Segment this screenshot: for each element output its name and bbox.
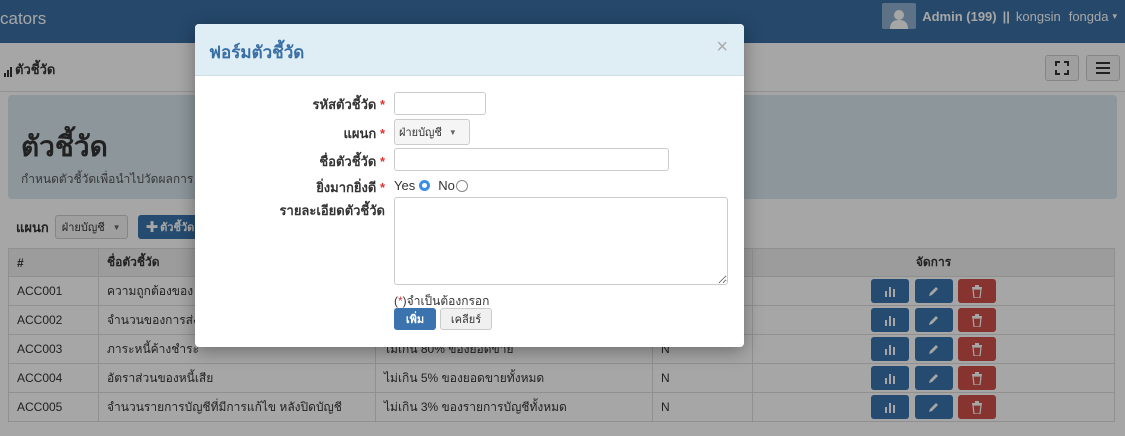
yes-radio[interactable] — [419, 180, 431, 191]
department-select[interactable]: ฝ่ายบัญชี ▼ — [394, 119, 470, 145]
required-mark: * — [379, 97, 385, 112]
yes-label: Yes — [394, 178, 416, 193]
note-text: )จำเป็นต้องกรอก — [402, 294, 490, 308]
required-mark: * — [379, 126, 385, 141]
department-select-value: ฝ่ายบัญชี — [399, 127, 442, 139]
higher-better-label-text: ยิ่งมากยิ่งดี — [316, 180, 377, 195]
no-label: No — [438, 178, 455, 193]
code-input[interactable] — [394, 92, 486, 115]
detail-textarea[interactable] — [394, 197, 728, 285]
code-label: รหัสตัวชี้วัด * — [313, 94, 385, 115]
higher-better-label: ยิ่งมากยิ่งดี * — [316, 177, 385, 198]
name-label: ชื่อตัวชี้วัด * — [319, 151, 385, 172]
modal-header: ฟอร์มตัวชี้วัด × — [195, 24, 744, 76]
indicator-form-modal: ฟอร์มตัวชี้วัด × รหัสตัวชี้วัด * แผนก * … — [195, 24, 744, 347]
higher-better-radio-group: Yes No — [394, 178, 468, 193]
detail-label: รายละเอียดตัวชี้วัด — [280, 200, 385, 221]
required-mark: * — [379, 180, 385, 195]
code-label-text: รหัสตัวชี้วัด — [312, 97, 377, 112]
required-mark: * — [379, 154, 385, 169]
close-icon[interactable]: × — [716, 36, 728, 59]
no-radio[interactable] — [455, 179, 468, 192]
detail-label-text: รายละเอียดตัวชี้วัด — [279, 203, 385, 218]
name-label-text: ชื่อตัวชี้วัด — [319, 154, 377, 169]
name-input[interactable] — [394, 148, 669, 171]
department-label-text: แผนก — [343, 126, 377, 141]
modal-title: ฟอร์มตัวชี้วัด — [209, 43, 305, 62]
clear-button[interactable]: เคลียร์ — [440, 308, 492, 330]
department-label: แผนก * — [344, 123, 385, 144]
chevron-down-icon: ▼ — [448, 127, 457, 137]
submit-button[interactable]: เพิ่ม — [394, 308, 436, 330]
